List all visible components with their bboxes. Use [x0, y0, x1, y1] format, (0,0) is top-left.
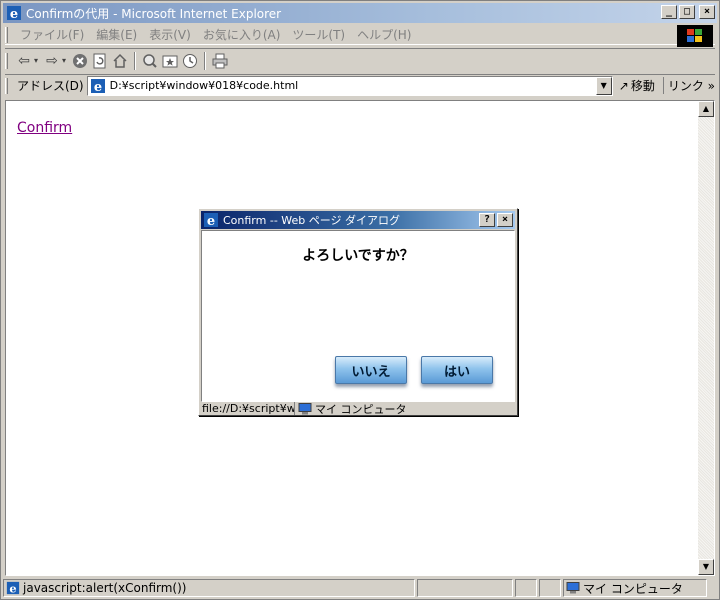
- address-dropdown-icon[interactable]: ▼: [595, 76, 612, 95]
- svg-text:e: e: [9, 581, 16, 595]
- go-label: 移動: [630, 79, 655, 93]
- svg-text:e: e: [93, 80, 101, 94]
- favorites-icon[interactable]: [160, 51, 180, 71]
- toolbar-separator: [134, 51, 136, 70]
- standard-toolbar: ⇦ ▾ ⇨ ▾: [5, 48, 715, 72]
- my-computer-icon: [298, 402, 312, 414]
- title-bar[interactable]: e Confirmの代用 - Microsoft Internet Explor…: [3, 3, 717, 23]
- status-zone-cell: マイ コンピュータ: [563, 579, 707, 597]
- minimize-button[interactable]: _: [661, 5, 677, 19]
- menu-edit[interactable]: 編集(E): [90, 26, 143, 43]
- menu-bar: ファイル(F) 編集(E) 表示(V) お気に入り(A) ツール(T) ヘルプ(…: [5, 25, 715, 47]
- dialog-message: よろしいですか？: [302, 248, 414, 264]
- svg-text:e: e: [10, 7, 18, 21]
- dialog-status-url: file://D:¥script¥wi: [202, 402, 295, 415]
- window-title: Confirmの代用 - Microsoft Internet Explorer: [26, 6, 282, 21]
- addressbar-grip[interactable]: [5, 77, 8, 94]
- status-progress-cell: [417, 579, 513, 597]
- svg-text:e: e: [207, 214, 215, 228]
- dialog-title: Confirm -- Web ページ ダイアログ: [223, 214, 401, 227]
- menubar-grip[interactable]: [5, 26, 8, 43]
- forward-dropdown-icon[interactable]: ▾: [62, 56, 70, 65]
- go-button[interactable]: ↗ 移動: [619, 77, 655, 94]
- windows-logo: [677, 25, 713, 47]
- menu-view[interactable]: 表示(V): [143, 26, 197, 43]
- menu-file[interactable]: ファイル(F): [14, 26, 90, 43]
- stop-icon[interactable]: [70, 51, 90, 71]
- toolbar-separator: [204, 51, 206, 70]
- address-input[interactable]: e D:¥script¥window¥018¥code.html ▼: [86, 75, 613, 96]
- status-bar: e javascript:alert(xConfirm()) マイ コンピュータ: [3, 578, 717, 598]
- search-icon[interactable]: [140, 51, 160, 71]
- confirm-link[interactable]: Confirm: [17, 120, 72, 136]
- address-label: アドレス(D): [16, 79, 84, 93]
- go-arrow-icon: ↗: [618, 78, 629, 93]
- status-zone-text: マイ コンピュータ: [583, 581, 683, 596]
- menu-favorites[interactable]: お気に入り(A): [197, 26, 287, 43]
- status-text: javascript:alert(xConfirm()): [23, 581, 187, 595]
- forward-icon[interactable]: ⇨: [42, 51, 62, 71]
- windows-flag-icon: [687, 29, 702, 42]
- menu-help[interactable]: ヘルプ(H): [351, 26, 417, 43]
- dialog-body: よろしいですか？ いいえ はい: [201, 230, 515, 402]
- back-dropdown-icon[interactable]: ▾: [34, 56, 42, 65]
- toolbar-grip[interactable]: [5, 52, 8, 69]
- no-button[interactable]: いいえ: [335, 356, 407, 384]
- back-icon[interactable]: ⇦: [14, 51, 34, 71]
- status-cell-b: [539, 579, 561, 597]
- close-button[interactable]: ×: [699, 5, 715, 19]
- status-cell-a: [515, 579, 537, 597]
- links-button[interactable]: リンク »: [662, 77, 715, 94]
- yes-button[interactable]: はい: [421, 356, 493, 384]
- page-status-icon: e: [6, 581, 20, 595]
- home-icon[interactable]: [110, 51, 130, 71]
- menu-tools[interactable]: ツール(T): [286, 26, 351, 43]
- my-computer-icon: [566, 582, 580, 594]
- dialog-zone-text: マイ コンピュータ: [315, 402, 407, 416]
- confirm-dialog: e Confirm -- Web ページ ダイアログ ? × よろしいですか？ …: [198, 208, 518, 416]
- dialog-help-button[interactable]: ?: [479, 213, 495, 227]
- page-icon: e: [90, 78, 105, 94]
- dialog-title-bar[interactable]: e Confirm -- Web ページ ダイアログ ? ×: [201, 211, 515, 229]
- history-icon[interactable]: [180, 51, 200, 71]
- refresh-icon[interactable]: [90, 51, 110, 71]
- scroll-up-icon[interactable]: ▲: [698, 101, 714, 117]
- dialog-zone: マイ コンピュータ: [295, 401, 407, 417]
- dialog-ie-icon: e: [204, 213, 218, 228]
- address-value: D:¥script¥window¥018¥code.html: [109, 79, 299, 92]
- maximize-button[interactable]: □: [679, 5, 695, 19]
- dialog-status-bar: file://D:¥script¥wi マイ コンピュータ: [201, 401, 515, 417]
- ie-icon: e: [7, 6, 21, 21]
- vertical-scrollbar[interactable]: ▲ ▼: [698, 101, 714, 575]
- print-icon[interactable]: [210, 51, 230, 71]
- scroll-down-icon[interactable]: ▼: [698, 559, 714, 575]
- status-text-cell: e javascript:alert(xConfirm()): [3, 579, 415, 597]
- dialog-close-button[interactable]: ×: [497, 213, 513, 227]
- address-bar: アドレス(D) e D:¥script¥window¥018¥code.html…: [5, 74, 715, 96]
